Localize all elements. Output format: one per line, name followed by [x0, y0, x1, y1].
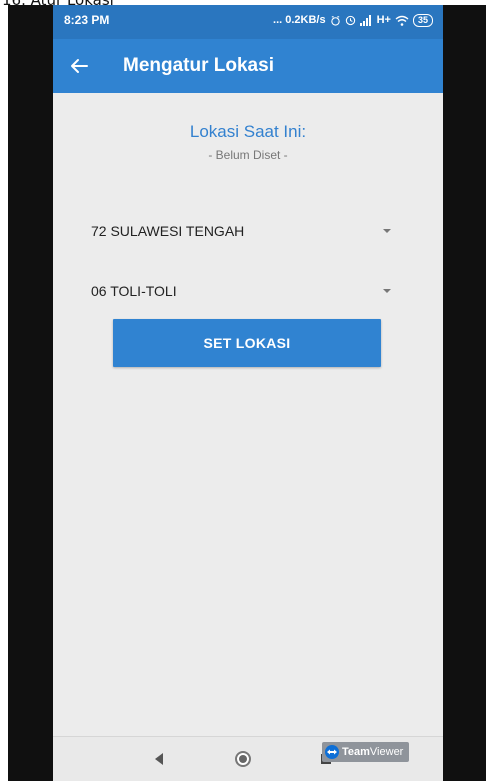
current-location-label: Lokasi Saat Ini: — [189, 122, 307, 141]
battery-icon: 35 — [412, 13, 433, 27]
alarm-icon — [330, 15, 340, 26]
set-location-button[interactable]: SET LOKASI — [113, 319, 381, 367]
current-location-value: - Belum Diset - — [208, 148, 288, 162]
teamviewer-logo-icon — [325, 745, 339, 759]
phone-screen: 8:23 PM ... 0.2KB/s H+ 35 Mengatur Lokas… — [53, 5, 443, 781]
regency-selected: 06 TOLI-TOLI — [91, 283, 177, 299]
arrow-left-icon — [71, 59, 88, 73]
clock-icon — [345, 15, 355, 25]
caret-down-icon — [383, 289, 391, 293]
signal-icon — [359, 14, 371, 26]
network-type-text: H+ — [376, 14, 391, 26]
nav-home-icon[interactable] — [235, 751, 251, 767]
caret-down-icon — [383, 229, 391, 233]
teamviewer-label: TeamViewer — [342, 746, 404, 758]
province-dropdown[interactable]: 72 SULAWESI TENGAH — [91, 215, 391, 249]
nav-back-icon[interactable] — [155, 753, 163, 765]
wifi-icon — [395, 15, 409, 26]
status-bar: 8:23 PM ... 0.2KB/s H+ 35 — [53, 5, 443, 39]
page-title: Mengatur Lokasi — [123, 55, 274, 76]
data-rate-text: ... 0.2KB/s — [273, 14, 326, 26]
app-bar: Mengatur Lokasi — [53, 39, 443, 93]
status-time: 8:23 PM — [64, 13, 110, 27]
status-indicators: ... 0.2KB/s H+ 35 — [273, 12, 433, 28]
teamviewer-badge: TeamViewer — [322, 742, 409, 762]
province-selected: 72 SULAWESI TENGAH — [91, 223, 245, 239]
regency-dropdown[interactable]: 06 TOLI-TOLI — [91, 275, 391, 309]
back-button[interactable] — [61, 48, 97, 84]
